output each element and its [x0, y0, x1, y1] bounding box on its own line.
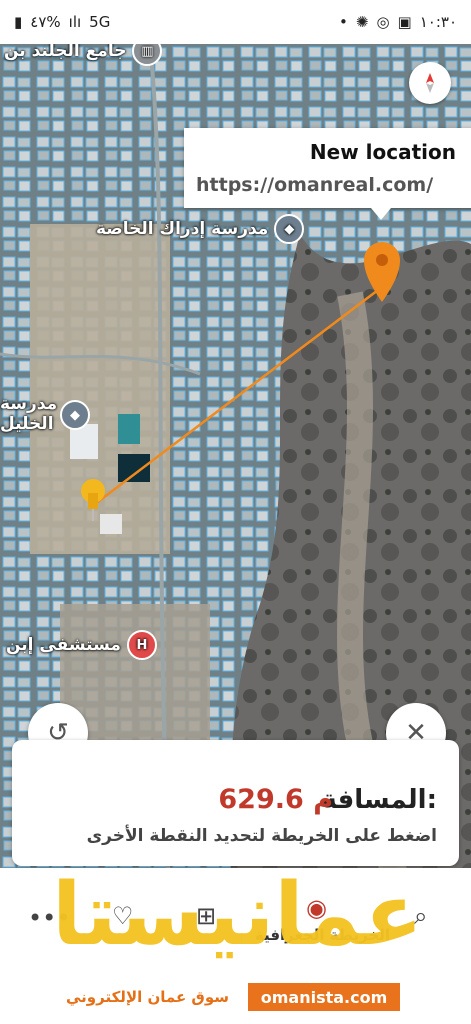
watermark-url: omanista.com	[248, 983, 400, 1011]
school-icon[interactable]: ◆	[60, 400, 90, 430]
whatsapp-icon: ◎	[376, 13, 390, 31]
watermark-logo: عمانيستا	[52, 865, 425, 965]
network-badge: 5G	[89, 13, 111, 31]
tooltip-title: New location	[309, 140, 456, 164]
poi-school-1[interactable]: مدرسة إدراك الخاصة ◆	[96, 214, 305, 244]
distance-hint: اضغط على الخريطة لتحديد النقطة الأخرى	[86, 826, 437, 846]
clock: ١٠:٣٠	[419, 13, 457, 31]
poi-school-2[interactable]: مدرسة الخليل	[0, 394, 57, 434]
location-tooltip[interactable]: New location https://omanreal.com/	[184, 128, 471, 220]
mosque-icon: ▥	[132, 44, 163, 66]
status-bar: ▮ ٤٧% ılı 5G • ✺ ◎ ▣ ١٠:٣٠	[0, 0, 471, 44]
poi-mosque[interactable]: جامع الجلند بن ▥	[4, 44, 163, 66]
battery-level: ٤٧%	[30, 13, 61, 31]
image-icon: ▣	[397, 13, 412, 31]
poi-hospital[interactable]: مستشفى إبن H	[6, 630, 157, 660]
hospital-icon: H	[126, 630, 157, 660]
distance-card: المسافة: 629.6 م اضغط على الخريطة لتحديد…	[12, 740, 459, 866]
school-icon: ◆	[274, 214, 305, 244]
settings-icon: ✺	[355, 13, 369, 31]
poi-school-1-label: مدرسة إدراك الخاصة	[96, 219, 269, 239]
distance-label: المسافة:	[321, 785, 437, 815]
poi-hospital-label: مستشفى إبن	[6, 635, 121, 655]
compass-button[interactable]	[409, 62, 451, 104]
poi-school-2-label-b: الخليل	[0, 414, 54, 434]
poi-school-2-label-a: مدرسة	[0, 394, 58, 414]
compass-icon	[426, 73, 434, 93]
dot-icon: •	[339, 13, 348, 31]
tooltip-url[interactable]: https://omanreal.com/	[196, 174, 433, 196]
poi-mosque-label: جامع الجلند بن	[4, 44, 127, 61]
signal-icon: ılı	[68, 13, 82, 31]
watermark-subtitle: سوق عمان الإلكتروني	[66, 988, 230, 1006]
distance-value: 629.6 م	[218, 784, 333, 815]
battery-icon: ▮	[14, 13, 23, 31]
